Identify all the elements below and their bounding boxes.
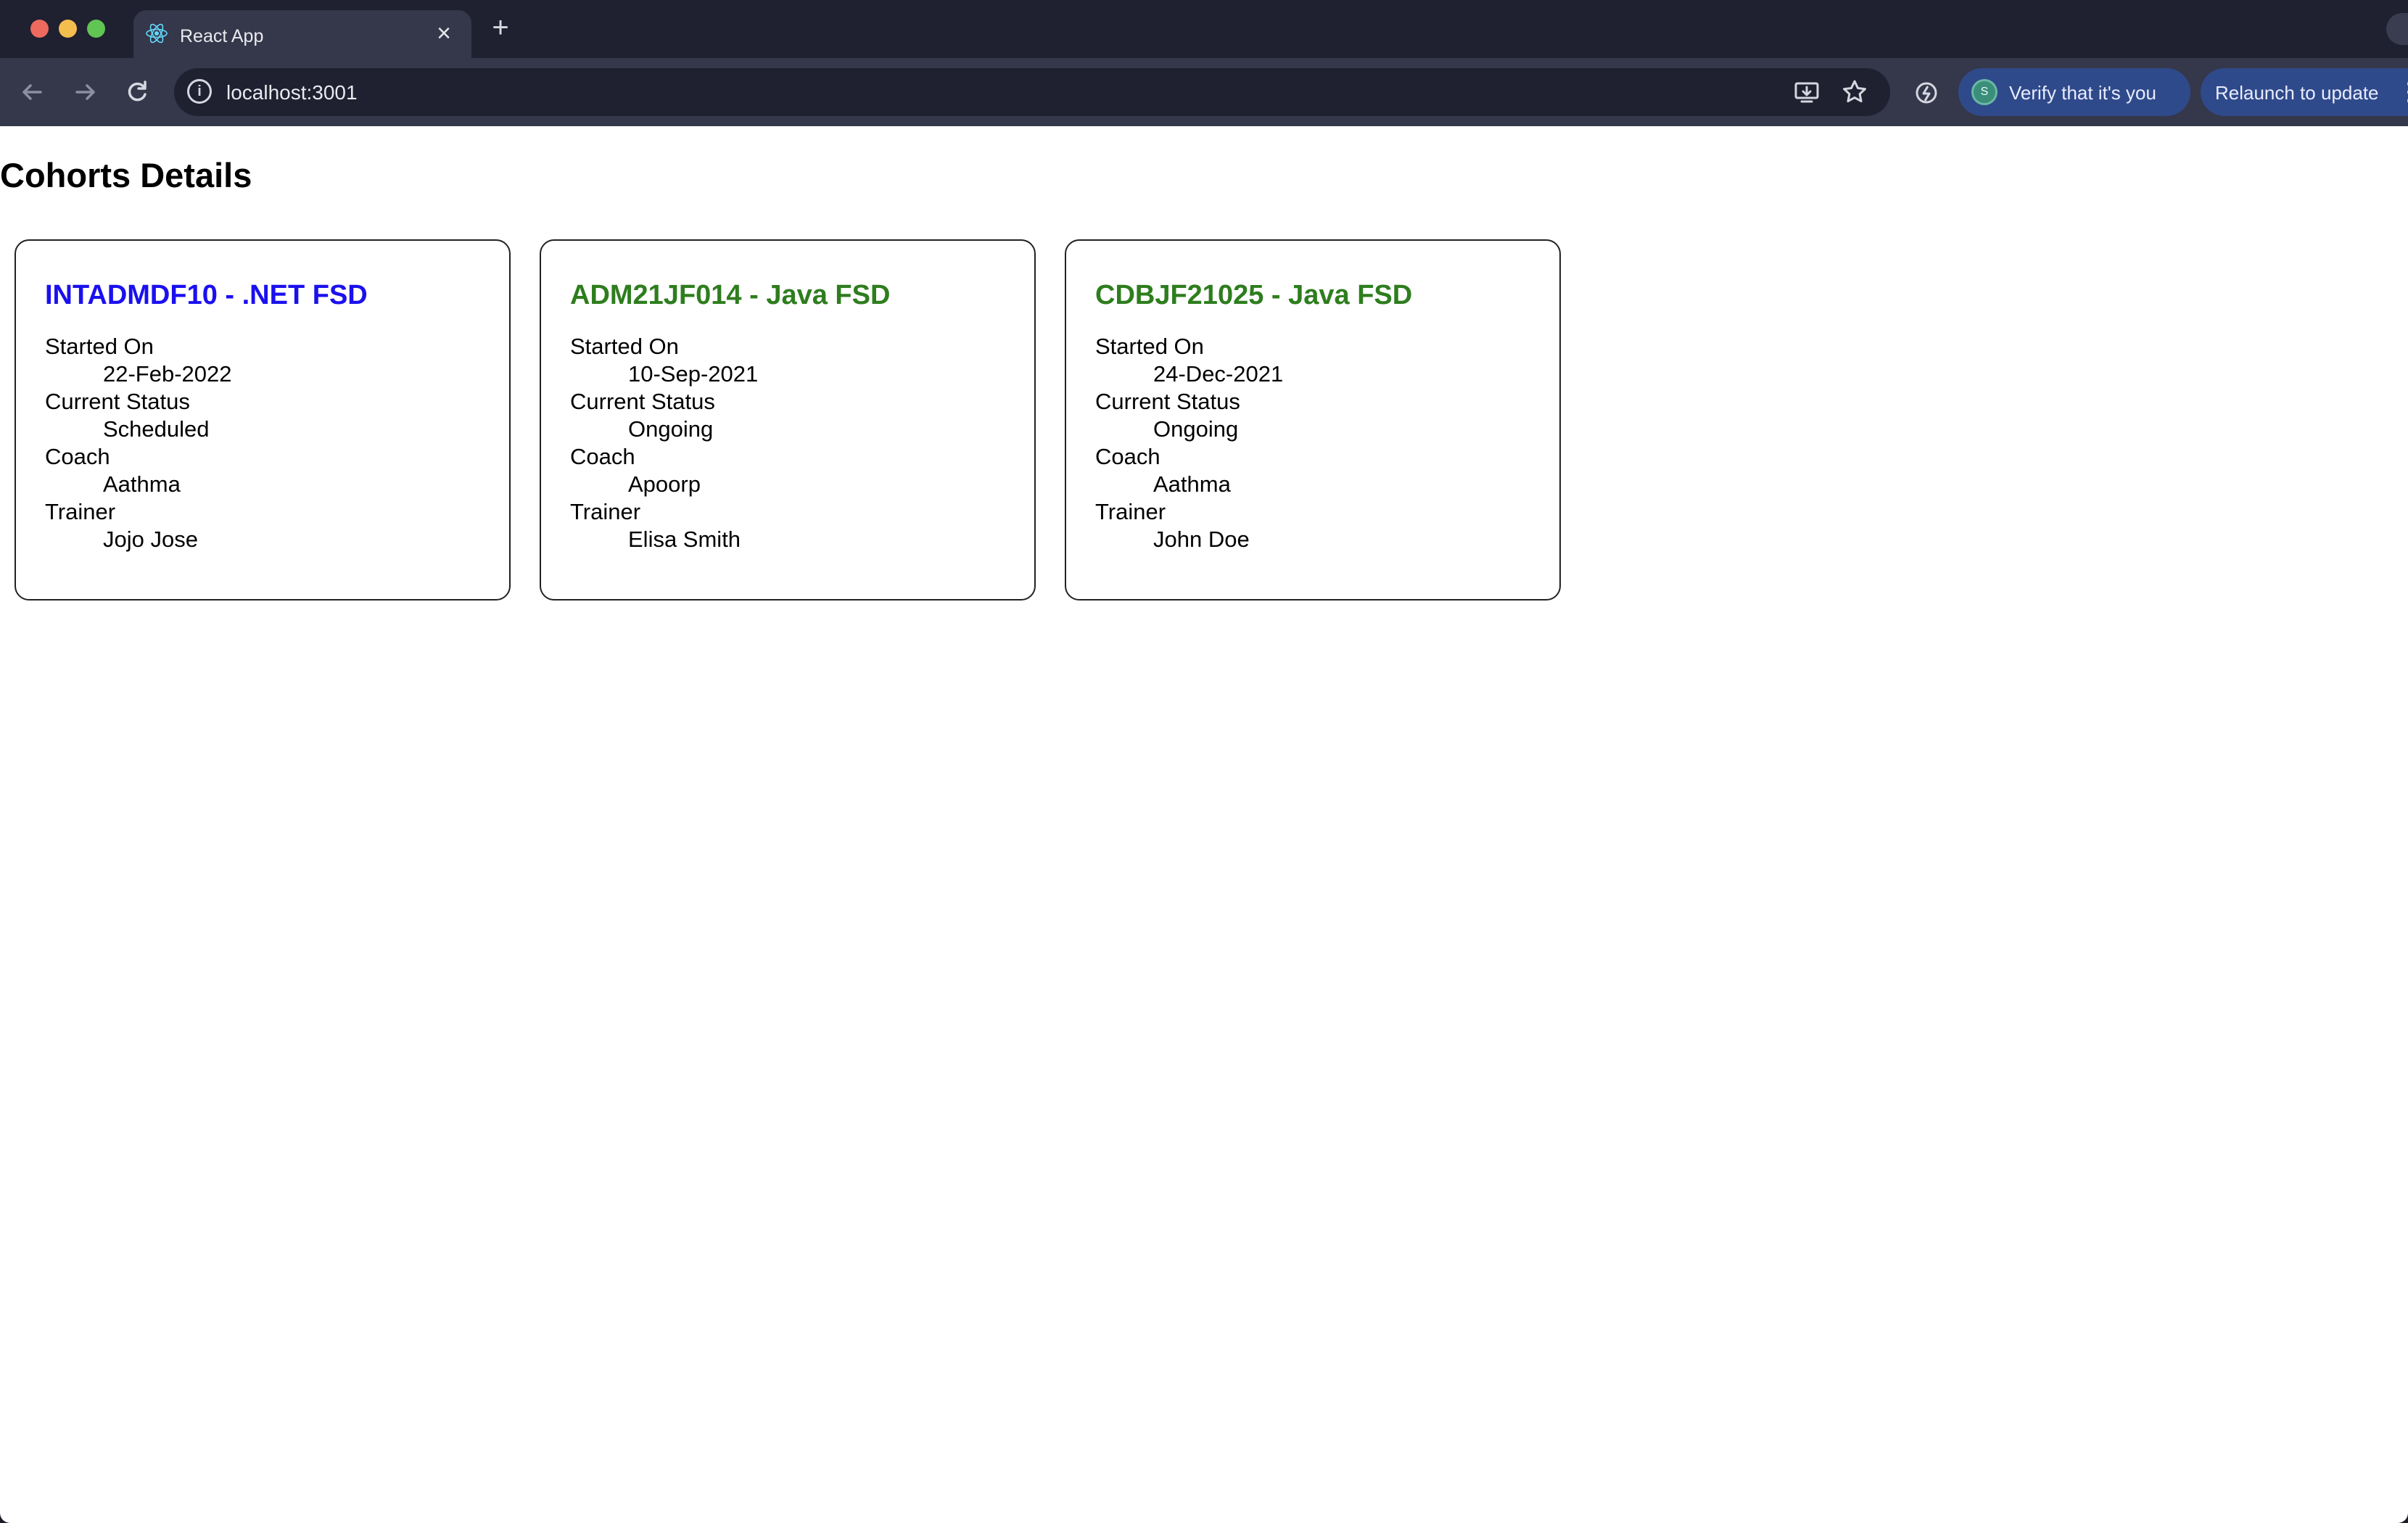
relaunch-button[interactable]: Relaunch to update: [2201, 68, 2408, 116]
close-window-button[interactable]: [30, 20, 49, 38]
current-status-label: Current Status: [570, 389, 715, 414]
site-info-icon[interactable]: i: [187, 79, 212, 104]
page-title: Cohorts Details: [0, 156, 252, 194]
current-status-label: Current Status: [1095, 389, 1240, 414]
cohort-title: ADM21JF014 - Java FSD: [570, 280, 891, 310]
started-on-label: Started On: [570, 334, 679, 359]
bookmark-star-icon[interactable]: [1841, 78, 1868, 106]
relaunch-label: Relaunch to update: [2215, 82, 2379, 104]
cohort-title: CDBJF21025 - Java FSD: [1095, 280, 1413, 310]
profile-avatar: S: [1971, 79, 1997, 105]
trainer-label: Trainer: [1095, 499, 1166, 524]
tab-react-app[interactable]: React App ×: [133, 10, 471, 58]
started-on-label: Started On: [45, 334, 154, 359]
reload-icon[interactable]: [119, 74, 155, 110]
minimize-window-button[interactable]: [59, 20, 77, 38]
page-viewport: Cohorts Details INTADMDF10 - .NET FSD St…: [0, 126, 2408, 1523]
install-app-icon[interactable]: [1793, 78, 1821, 106]
current-status-value: Scheduled: [103, 416, 210, 442]
cohort-card-list: INTADMDF10 - .NET FSD Started On 22-Feb-…: [15, 239, 1561, 600]
tab-strip: React App × +: [0, 0, 2408, 58]
tab-title: React App: [180, 26, 264, 46]
coach-value: Aathma: [1153, 471, 1231, 497]
trainer-label: Trainer: [570, 499, 641, 524]
browser-menu-icon[interactable]: ⋮: [2396, 74, 2408, 110]
coach-label: Coach: [570, 444, 635, 469]
coach-value: Aathma: [103, 471, 181, 497]
trainer-value: John Doe: [1153, 527, 1250, 552]
browser-toolbar: i localhost:3001 S Verify that it's you …: [0, 58, 2408, 126]
trainer-value: Jojo Jose: [103, 527, 198, 552]
coach-value: Apoorp: [628, 471, 701, 497]
started-on-value: 22-Feb-2022: [103, 361, 232, 387]
cohort-card: ADM21JF014 - Java FSD Started On 10-Sep-…: [540, 239, 1036, 600]
close-tab-icon[interactable]: ×: [431, 20, 457, 46]
started-on-value: 10-Sep-2021: [628, 361, 759, 387]
verify-label: Verify that it's you: [2009, 82, 2156, 104]
coach-label: Coach: [45, 444, 110, 469]
started-on-value: 24-Dec-2021: [1153, 361, 1284, 387]
started-on-label: Started On: [1095, 334, 1204, 359]
cohort-title: INTADMDF10 - .NET FSD: [45, 280, 368, 310]
cohort-card: INTADMDF10 - .NET FSD Started On 22-Feb-…: [15, 239, 511, 600]
current-status-value: Ongoing: [1153, 416, 1239, 442]
forward-arrow-icon[interactable]: [67, 74, 103, 110]
verify-identity-button[interactable]: S Verify that it's you: [1958, 68, 2190, 116]
back-arrow-icon[interactable]: [15, 74, 51, 110]
tab-search-button[interactable]: [2386, 13, 2408, 45]
cohort-card: CDBJF21025 - Java FSD Started On 24-Dec-…: [1065, 239, 1561, 600]
react-logo-icon: [146, 23, 168, 44]
coach-label: Coach: [1095, 444, 1160, 469]
maximize-window-button[interactable]: [87, 20, 105, 38]
url-text[interactable]: localhost:3001: [226, 81, 358, 104]
trainer-value: Elisa Smith: [628, 527, 741, 552]
current-status-label: Current Status: [45, 389, 190, 414]
address-bar[interactable]: i localhost:3001: [174, 68, 1890, 116]
trainer-label: Trainer: [45, 499, 116, 524]
new-tab-button[interactable]: +: [486, 13, 515, 42]
current-status-value: Ongoing: [628, 416, 714, 442]
extensions-icon[interactable]: [1912, 78, 1941, 107]
